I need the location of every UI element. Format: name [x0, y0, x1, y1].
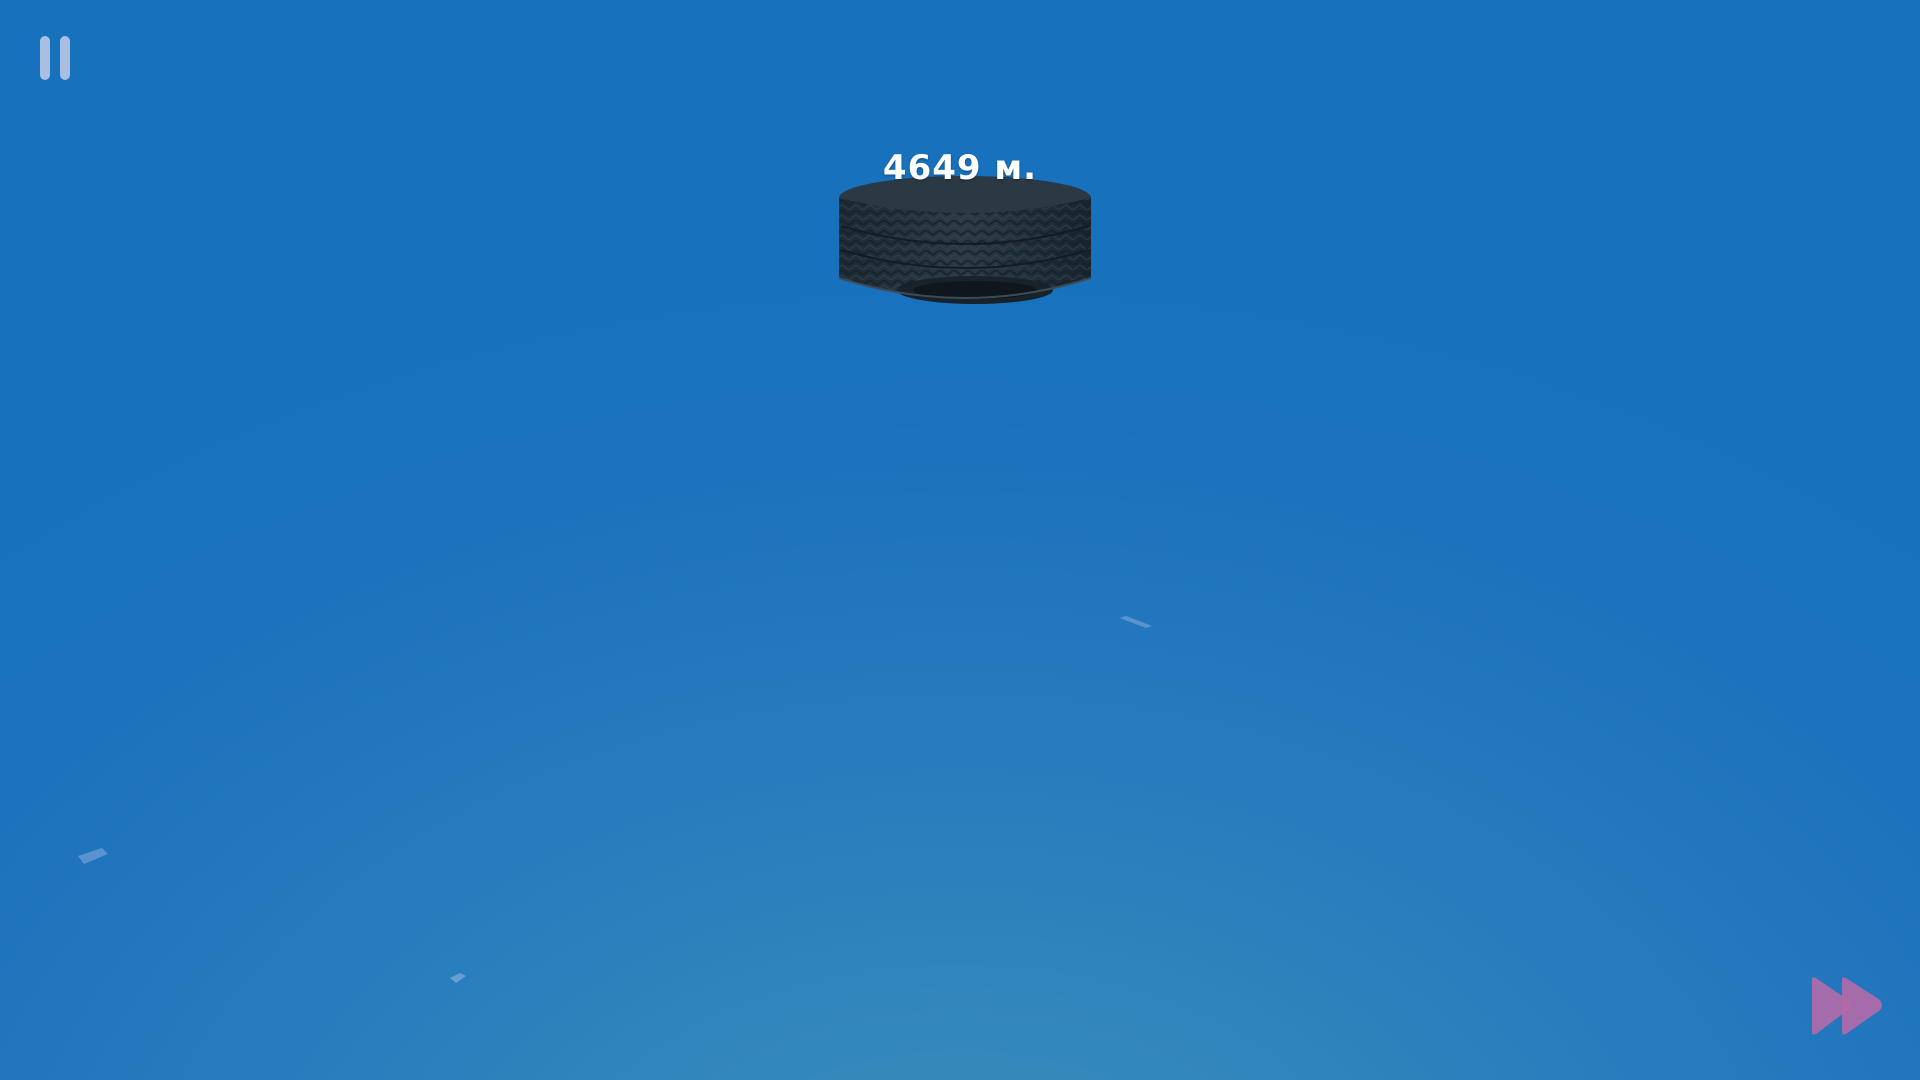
debris-particle — [78, 848, 108, 864]
fast-forward-icon — [1812, 977, 1882, 1035]
fast-forward-button[interactable] — [1808, 976, 1886, 1036]
game-scene: 4649 м. — [0, 0, 1920, 1080]
distance-counter: 4649 м. — [882, 148, 1038, 188]
debris-particle — [450, 973, 466, 983]
pause-button[interactable] — [38, 34, 78, 82]
pause-icon-right-bar — [60, 36, 70, 80]
tire — [838, 176, 1092, 304]
debris-particle — [1120, 616, 1152, 628]
pause-icon-left-bar — [40, 36, 50, 80]
